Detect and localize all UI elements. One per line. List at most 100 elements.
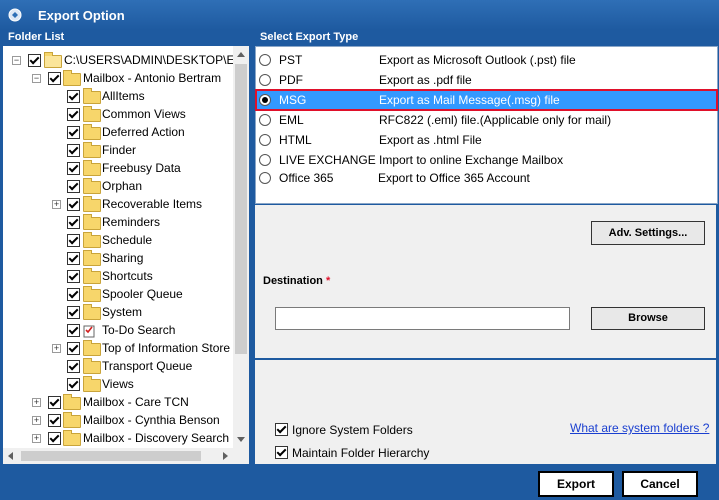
- tree-checkbox[interactable]: [48, 414, 61, 427]
- expand-icon[interactable]: +: [32, 434, 41, 443]
- folder-icon: [83, 250, 101, 266]
- tree-checkbox[interactable]: [67, 270, 80, 283]
- settings-panel: Adv. Settings... Destination * Browse: [255, 205, 716, 358]
- expand-icon[interactable]: +: [52, 200, 61, 209]
- export-type-name: EML: [279, 113, 304, 127]
- tree-checkbox[interactable]: [67, 144, 80, 157]
- tree-checkbox[interactable]: [67, 378, 80, 391]
- export-option-msg[interactable]: MSG Export as Mail Message(.msg) file: [255, 89, 718, 111]
- radio-button[interactable]: [259, 134, 271, 146]
- export-option-live-exchange[interactable]: LIVE EXCHANGE Import to online Exchange …: [256, 150, 717, 170]
- scroll-thumb[interactable]: [21, 451, 201, 461]
- tree-checkbox[interactable]: [67, 306, 80, 319]
- folder-icon: [83, 268, 101, 284]
- cancel-button[interactable]: Cancel: [622, 471, 698, 497]
- tree-checkbox[interactable]: [67, 216, 80, 229]
- export-option-office-365[interactable]: Office 365 Export to Office 365 Account: [256, 168, 717, 188]
- export-type-name: Office 365: [279, 171, 334, 185]
- export-type-description: Export as Microsoft Outlook (.pst) file: [379, 53, 576, 67]
- tree-horizontal-scrollbar[interactable]: [3, 448, 233, 464]
- tree-checkbox[interactable]: [67, 252, 80, 265]
- tree-checkbox[interactable]: [48, 72, 61, 85]
- expand-icon[interactable]: +: [52, 344, 61, 353]
- required-mark: *: [325, 275, 331, 287]
- radio-button[interactable]: [259, 74, 271, 86]
- tree-checkbox[interactable]: [67, 108, 80, 121]
- tree-checkbox[interactable]: [67, 162, 80, 175]
- tree-node-label: Sharing: [102, 251, 144, 265]
- scroll-down-icon[interactable]: [237, 437, 245, 442]
- tree-vertical-scrollbar[interactable]: [233, 46, 249, 448]
- folder-icon: [83, 214, 101, 230]
- app-icon: [8, 8, 22, 22]
- scroll-right-icon[interactable]: [223, 452, 228, 460]
- folder-list-heading: Folder List: [8, 31, 65, 43]
- export-type-description: Export as Mail Message(.msg) file: [379, 93, 560, 107]
- radio-button[interactable]: [259, 154, 271, 166]
- mailbox-icon: [63, 394, 81, 410]
- folder-icon: [83, 88, 101, 104]
- folder-icon: [83, 376, 101, 392]
- folder-icon: [83, 124, 101, 140]
- folder-icon: [83, 142, 101, 158]
- tree-checkbox[interactable]: [67, 324, 80, 337]
- scroll-up-icon[interactable]: [237, 52, 245, 57]
- export-option-pdf[interactable]: PDF Export as .pdf file: [256, 70, 717, 90]
- mailbox-icon: [63, 70, 81, 86]
- folder-icon: [83, 196, 101, 212]
- destination-label: Destination *: [263, 275, 330, 287]
- scroll-thumb[interactable]: [235, 64, 247, 354]
- adv-settings-button[interactable]: Adv. Settings...: [591, 221, 705, 245]
- export-type-description: Export as .html File: [379, 133, 482, 147]
- folder-tree-viewport: − C:\USERS\ADMIN\DESKTOP\ED − Mailbox - …: [3, 46, 233, 448]
- collapse-icon[interactable]: −: [12, 56, 21, 65]
- system-folders-help-link[interactable]: What are system folders ?: [570, 421, 709, 435]
- tree-checkbox[interactable]: [48, 396, 61, 409]
- folder-icon: [83, 232, 101, 248]
- ignore-system-folders-checkbox[interactable]: [275, 423, 288, 436]
- destination-input[interactable]: [275, 307, 570, 330]
- radio-button[interactable]: [259, 114, 271, 126]
- export-type-description: RFC822 (.eml) file.(Applicable only for …: [379, 113, 612, 127]
- tree-checkbox[interactable]: [28, 54, 41, 67]
- export-button[interactable]: Export: [538, 471, 614, 497]
- export-option-html[interactable]: HTML Export as .html File: [256, 130, 717, 150]
- ignore-system-folders-label: Ignore System Folders: [292, 423, 413, 437]
- radio-button[interactable]: [259, 172, 271, 184]
- tree-checkbox[interactable]: [67, 126, 80, 139]
- export-type-description: Export to Office 365 Account: [378, 171, 530, 185]
- tree-checkbox[interactable]: [67, 198, 80, 211]
- maintain-hierarchy-checkbox[interactable]: [275, 446, 288, 459]
- tree-node-label: C:\USERS\ADMIN\DESKTOP\ED: [64, 53, 233, 67]
- tree-checkbox[interactable]: [67, 180, 80, 193]
- tree-node-label: Mailbox - Antonio Bertram: [83, 71, 222, 85]
- scroll-left-icon[interactable]: [8, 452, 13, 460]
- mailbox-icon: [63, 412, 81, 428]
- options-panel: Ignore System Folders Maintain Folder Hi…: [255, 360, 716, 464]
- browse-button[interactable]: Browse: [591, 307, 705, 330]
- tree-node-label: Recoverable Items: [102, 197, 203, 211]
- radio-button[interactable]: [259, 54, 271, 66]
- tree-checkbox[interactable]: [67, 234, 80, 247]
- tree-node-label: Schedule: [102, 233, 153, 247]
- folder-icon: [83, 178, 101, 194]
- export-option-eml[interactable]: EML RFC822 (.eml) file.(Applicable only …: [256, 110, 717, 130]
- tree-checkbox[interactable]: [67, 342, 80, 355]
- tree-node-label: Deferred Action: [102, 125, 185, 139]
- tree-checkbox[interactable]: [67, 90, 80, 103]
- tree-checkbox[interactable]: [67, 360, 80, 373]
- export-type-description: Import to online Exchange Mailbox: [379, 153, 564, 167]
- expand-icon[interactable]: +: [32, 416, 41, 425]
- export-type-name: LIVE EXCHANGE: [279, 153, 376, 167]
- export-option-pst[interactable]: PST Export as Microsoft Outlook (.pst) f…: [256, 50, 717, 70]
- tree-node-label: Views: [102, 377, 134, 391]
- radio-button-selected[interactable]: [259, 94, 271, 106]
- tree-node-label: Reminders: [102, 215, 161, 229]
- tree-checkbox[interactable]: [67, 288, 80, 301]
- open-folder-icon: [44, 52, 62, 68]
- tree-checkbox[interactable]: [48, 432, 61, 445]
- collapse-icon[interactable]: −: [32, 74, 41, 83]
- tree-node-label: Orphan: [102, 179, 143, 193]
- expand-icon[interactable]: +: [32, 398, 41, 407]
- folder-icon: [83, 340, 101, 356]
